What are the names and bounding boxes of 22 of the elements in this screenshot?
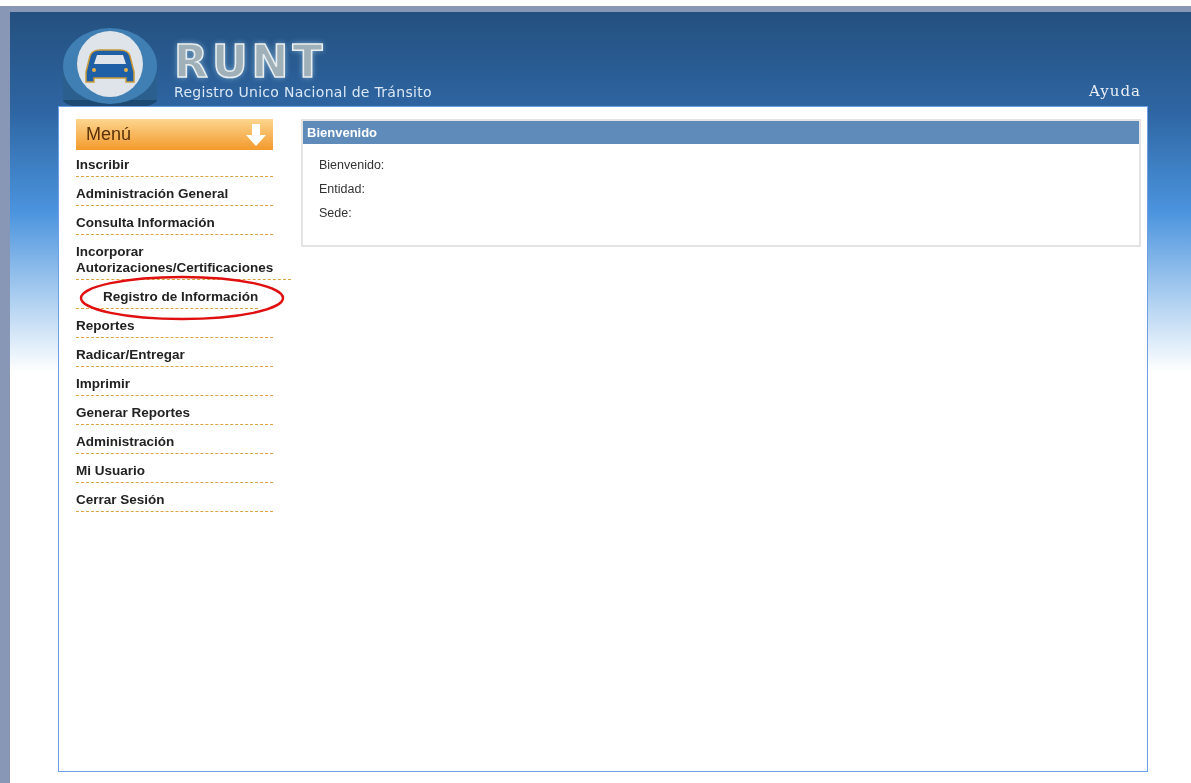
menu-item[interactable]: Radicar/Entregar [76,344,273,367]
menu-item[interactable]: Mi Usuario [76,460,273,483]
menu-title: Menú [86,124,132,145]
field-label: Entidad: [319,182,366,196]
menu-item[interactable]: Administración [76,431,273,454]
menu-item[interactable]: Administración General [76,183,273,206]
menu-item[interactable]: Reportes [76,315,273,338]
menu-item[interactable]: Imprimir [76,373,273,396]
panel-title: Bienvenido [303,121,1139,144]
help-link[interactable]: Ayuda [1089,82,1141,106]
field-label: Sede: [319,206,353,220]
logo-text: RUNT [174,40,327,84]
submenu-item[interactable]: Registro de Información [76,286,259,309]
field-label: Bienvenido: [319,158,386,172]
menu-item[interactable]: Generar Reportes [76,402,273,425]
menu-item[interactable]: Cerrar Sesión [76,489,273,512]
logo-subtitle: Registro Unico Nacional de Tránsito [174,84,432,100]
menu-header[interactable]: Menú [76,119,273,150]
menu-item[interactable]: Consulta Información [76,212,273,235]
arrow-down-icon [245,122,267,147]
menu-item[interactable]: Inscribir [76,154,273,177]
menu-item[interactable]: Incorporar Autorizaciones/Certificaciones [76,241,291,280]
